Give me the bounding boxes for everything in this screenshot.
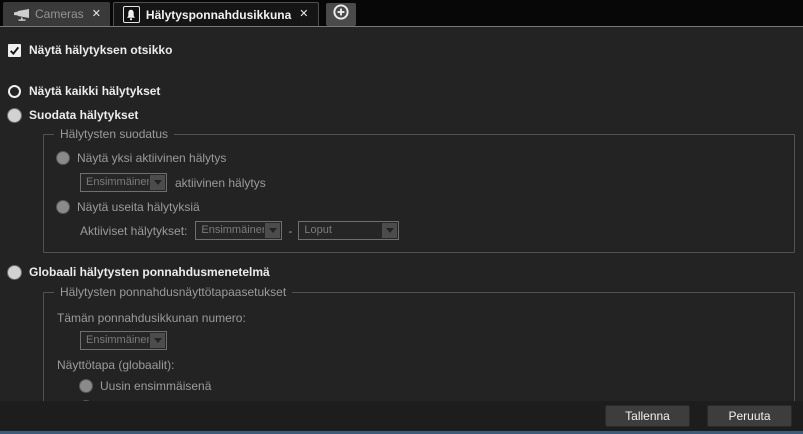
popup-number-value: Ensimmäinen (81, 332, 149, 349)
radio-selected-icon[interactable] (8, 266, 21, 279)
alarm-filter-group: Hälytysten suodatus Näytä yksi aktiivine… (43, 134, 795, 253)
active-alarms-label: Aktiiviset hälytykset: (80, 224, 187, 238)
bell-icon (123, 6, 140, 23)
radio-disabled-icon[interactable] (57, 201, 69, 213)
show-multiple-alarms-label: Näytä useita hälytyksiä (77, 200, 200, 214)
tab-cameras[interactable]: Cameras ✕ (3, 2, 110, 26)
popup-number-dropdown[interactable]: Ensimmäinen (80, 331, 167, 350)
single-alarm-row: Ensimmäinen aktiivinen hälytys (80, 173, 794, 192)
save-button[interactable]: Tallenna (605, 405, 690, 427)
range-to-value: Loput (299, 222, 381, 239)
checkbox-checked-icon[interactable] (8, 44, 21, 57)
radio-unselected-icon[interactable] (8, 85, 21, 98)
add-tab-button[interactable] (326, 3, 356, 26)
popup-number-label-row: Tämän ponnahdusikkunan numero: (57, 311, 794, 325)
alarm-filter-group-title: Hälytysten suodatus (54, 127, 174, 141)
show-alarm-title-option[interactable]: Näytä hälytyksen otsikko (8, 43, 803, 57)
show-single-alarm-option[interactable]: Näytä yksi aktiivinen hälytys (57, 151, 794, 165)
show-multiple-alarms-option[interactable]: Näytä useita hälytyksiä (57, 200, 794, 214)
global-popup-method-option[interactable]: Globaali hälytysten ponnahdusmenetelmä (8, 265, 803, 279)
chevron-down-icon[interactable] (150, 333, 165, 348)
chevron-down-icon[interactable] (382, 223, 397, 238)
newest-first-label: Uusin ensimmäisenä (100, 379, 211, 393)
global-popup-display-group-title: Hälytysten ponnahdusnäyttötapaasetukset (54, 285, 292, 299)
tab-bar: Cameras ✕ Hälytysponnahdusikkuna ✕ (0, 0, 803, 27)
show-alarm-title-label: Näytä hälytyksen otsikko (29, 43, 172, 57)
display-mode-label-row: Näyttötapa (globaalit): (57, 358, 794, 372)
cancel-button[interactable]: Peruuta (707, 405, 792, 427)
tab-alarm-popup[interactable]: Hälytysponnahdusikkuna ✕ (113, 2, 319, 26)
global-popup-method-label: Globaali hälytysten ponnahdusmenetelmä (29, 265, 270, 279)
popup-number-row: Ensimmäinen (80, 331, 794, 350)
radio-disabled-icon[interactable] (57, 152, 69, 164)
range-to-dropdown[interactable]: Loput (298, 221, 399, 240)
single-alarm-dropdown-value: Ensimmäinen (81, 174, 149, 191)
filter-alarms-label: Suodata hälytykset (29, 108, 138, 122)
range-separator: - (288, 224, 292, 238)
chevron-down-icon[interactable] (265, 223, 280, 238)
show-single-alarm-label: Näytä yksi aktiivinen hälytys (77, 151, 226, 165)
plus-circle-icon (332, 3, 350, 26)
single-alarm-dropdown[interactable]: Ensimmäinen (80, 173, 167, 192)
single-alarm-suffix-label: aktiivinen hälytys (175, 176, 266, 190)
active-alarms-range-row: Aktiiviset hälytykset: Ensimmäinen - Lop… (80, 221, 794, 240)
tab-cameras-label: Cameras (35, 7, 84, 21)
footer-button-bar: Tallenna Peruuta (0, 401, 803, 431)
popup-number-label: Tämän ponnahdusikkunan numero: (57, 311, 246, 325)
settings-panel: Näytä hälytyksen otsikko Näytä kaikki hä… (0, 28, 803, 401)
show-all-alarms-option[interactable]: Näytä kaikki hälytykset (8, 84, 803, 98)
camera-icon (12, 8, 30, 21)
alarm-popup-settings-window: Cameras ✕ Hälytysponnahdusikkuna ✕ (0, 0, 803, 434)
chevron-down-icon[interactable] (150, 175, 165, 190)
filter-alarms-option[interactable]: Suodata hälytykset (8, 108, 803, 122)
range-from-dropdown[interactable]: Ensimmäinen (195, 221, 282, 240)
display-mode-label: Näyttötapa (globaalit): (57, 358, 174, 372)
close-icon[interactable]: ✕ (92, 9, 101, 20)
radio-disabled-icon[interactable] (80, 380, 92, 392)
range-from-value: Ensimmäinen (196, 222, 264, 239)
radio-selected-icon[interactable] (8, 109, 21, 122)
newest-first-option[interactable]: Uusin ensimmäisenä (80, 379, 794, 393)
show-all-alarms-label: Näytä kaikki hälytykset (29, 84, 160, 98)
tab-alarm-popup-label: Hälytysponnahdusikkuna (146, 8, 291, 22)
close-icon[interactable]: ✕ (299, 9, 308, 20)
